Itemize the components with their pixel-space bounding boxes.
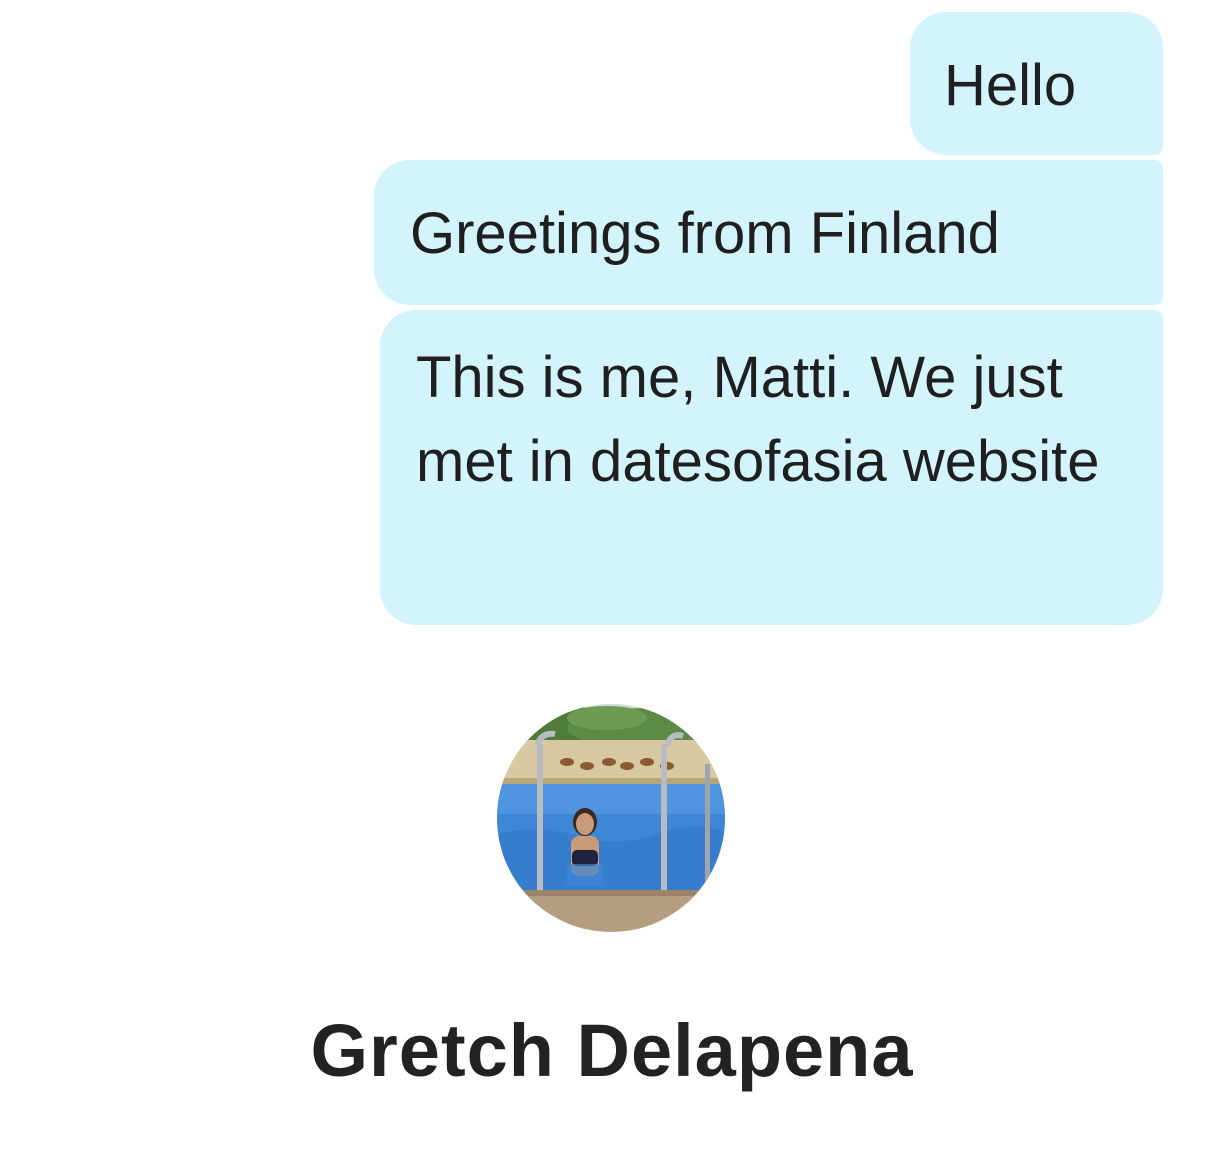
avatar[interactable]	[497, 704, 725, 932]
message-bubble[interactable]: This is me, Matti. We just met in dateso…	[380, 310, 1163, 625]
message-bubble[interactable]: Greetings from Finland	[374, 160, 1163, 305]
message-text: This is me, Matti. We just met in dateso…	[416, 345, 1100, 494]
message-thread: Hello Greetings from Finland This is me,…	[0, 0, 1224, 640]
message-text: Hello	[944, 53, 1077, 118]
message-text: Greetings from Finland	[410, 201, 1000, 266]
message-bubble[interactable]: Hello	[910, 12, 1163, 155]
profile-photo-icon	[497, 704, 725, 932]
contact-profile: Gretch Delapena	[0, 700, 1224, 1170]
contact-name: Gretch Delapena	[310, 1009, 914, 1092]
